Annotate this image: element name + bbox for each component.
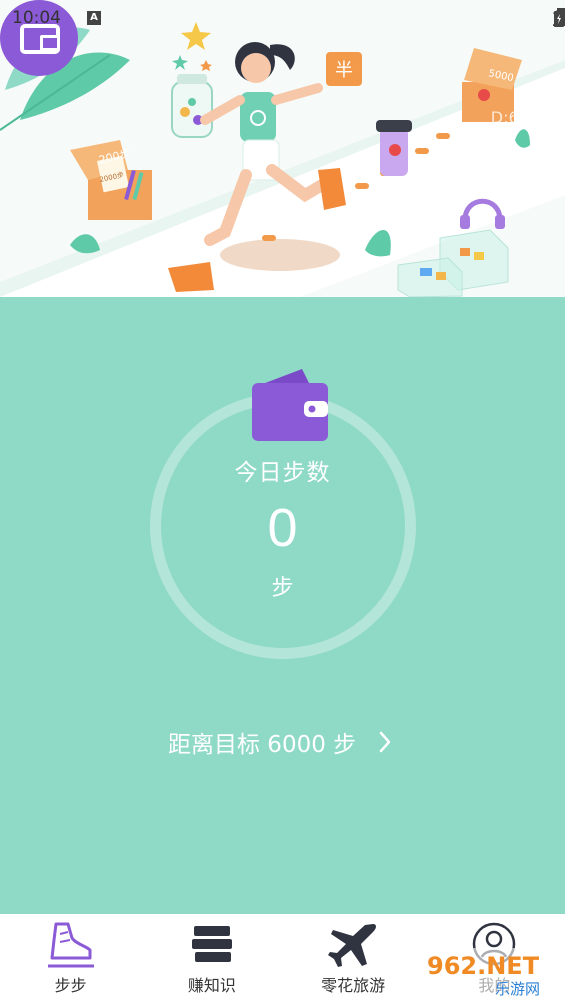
shoe-icon: [47, 922, 94, 968]
nav-item-knowledge[interactable]: 赚知识: [141, 914, 282, 1004]
nav-item-steps[interactable]: 步步: [0, 914, 141, 1004]
chevron-right-icon: [379, 731, 391, 753]
goal-text: 距离目标 6000 步: [168, 732, 357, 758]
status-bar: 10:04 A: [0, 0, 565, 36]
site-logo-text: 962.NET: [427, 952, 540, 980]
site-logo-subtext: 乐游网: [495, 980, 540, 998]
steps-count: 0: [267, 498, 298, 558]
books-icon: [191, 926, 232, 962]
hero-illustration: 半 200步 2000步 5000: [0, 22, 565, 297]
battery-icon: [554, 8, 564, 27]
status-badge: A: [87, 11, 101, 25]
status-time: 10:04: [12, 8, 61, 28]
hero-banner: 半 200步 2000步 5000 10:04 A D:6bf845: [0, 0, 565, 297]
nav-label-travel: 零花旅游: [321, 976, 386, 995]
watermark-text: D:6bf845: [490, 108, 565, 127]
nav-label-steps: 步步: [54, 976, 87, 995]
card-text: 半: [335, 60, 353, 81]
airplane-icon: [328, 924, 377, 967]
bottom-nav: 步步 赚知识 零花旅游 我的 962.: [0, 914, 565, 1004]
today-steps-label: 今日步数: [234, 460, 331, 486]
nav-label-knowledge: 赚知识: [187, 976, 236, 995]
goal-link[interactable]: 距离目标 6000 步: [168, 725, 392, 759]
step-panel: 今日步数 0 步 距离目标 6000 步: [0, 297, 565, 914]
nav-item-travel[interactable]: 零花旅游: [283, 914, 424, 1004]
site-logo: 962.NET 乐游网: [421, 948, 559, 1000]
wallet-icon: [252, 369, 328, 441]
steps-unit: 步: [271, 576, 294, 601]
